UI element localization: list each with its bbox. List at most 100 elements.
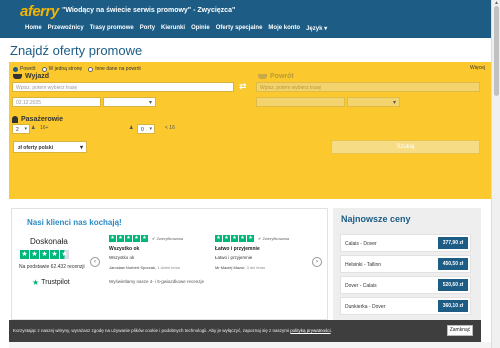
verified-label: Zweryfikowana	[156, 236, 184, 241]
trip-type-open-return[interactable]: Inne dane na powrót	[88, 66, 141, 72]
review-title[interactable]: Łatwo i przyjemnie	[215, 246, 310, 252]
radio-selected-icon[interactable]	[13, 66, 18, 72]
price-amount[interactable]: 360,10 zł	[438, 300, 468, 312]
nav-ports[interactable]: Porty	[140, 25, 155, 32]
children-age-hint: < 16	[165, 125, 175, 131]
scrollbar-thumb[interactable]	[494, 6, 499, 96]
carousel-next-icon[interactable]: ›	[312, 257, 322, 267]
trip-type-return[interactable]: Powrót	[13, 66, 36, 72]
trip-type-label: Powrót	[20, 66, 36, 72]
star-icon: ★	[133, 235, 140, 242]
site-header: aferry "Wiodący na świecie serwis promow…	[0, 0, 491, 38]
search-button[interactable]: Szukaj	[331, 140, 480, 154]
aferry-logo[interactable]: aferry	[20, 3, 59, 20]
review-time: 1 dzień temu	[157, 265, 181, 270]
price-row[interactable]: Dunkierka - Dover 360,10 zł	[340, 297, 471, 315]
review-title[interactable]: Wszystko ok	[109, 246, 204, 252]
review-item: ★ ★ ★ ★ ★ ✔ Zweryfikowana Łatwo i przyjemnie…	[215, 235, 310, 270]
radio-icon[interactable]	[41, 66, 47, 72]
price-route: Dunkierka - Dover	[345, 304, 386, 310]
return-date-input[interactable]	[256, 97, 345, 107]
child-icon: ♟	[129, 125, 134, 131]
nav-carriers[interactable]: Przewoźnicy	[48, 25, 84, 32]
star-icon: ★	[223, 235, 230, 242]
star-icon: ★	[117, 235, 124, 242]
return-time-select[interactable]	[347, 97, 400, 107]
carousel-prev-icon[interactable]: ‹	[90, 257, 100, 267]
verified-badge: ✔ Zweryfikowana	[258, 236, 290, 241]
return-label-text: Powrót	[270, 73, 294, 80]
nav-home[interactable]: Home	[25, 25, 42, 32]
return-label: Powrót	[258, 73, 294, 80]
price-row[interactable]: Dover - Calais 520,60 zł	[340, 276, 471, 294]
adult-icon: ♟	[31, 125, 36, 131]
adults-age-hint: 16+	[40, 125, 49, 131]
review-author-name: Mr Maciej Mazur,	[215, 265, 246, 270]
country-offers-select[interactable]: zł oferty polski	[13, 141, 87, 153]
reviews-filter-note: Wyświetlamy nasze 4- i 5-gwiazdkowe rece…	[109, 279, 204, 284]
trustpilot-logo[interactable]: ★ Trustpilot	[32, 278, 70, 287]
newest-prices-panel: Najnowsze ceny Calais - Dover 377,90 zł …	[333, 208, 481, 320]
trustpilot-stars: ★ ★ ★ ★ ★	[20, 250, 69, 259]
swap-routes-icon[interactable]: ⇄	[239, 82, 247, 92]
return-route-input[interactable]: Wpisz, potem wybierz trasę	[256, 82, 480, 92]
cookie-close-button[interactable]: Zamknąć	[447, 325, 473, 336]
review-author: Mr Maciej Mazur, 3 dni temu	[215, 265, 310, 270]
nav-special-offers[interactable]: Oferty specjalne	[216, 25, 263, 32]
star-icon: ★	[215, 235, 222, 242]
radio-icon[interactable]	[88, 66, 94, 72]
review-time: 3 dni temu	[246, 265, 266, 270]
cookie-text: Korzystając z naszej witryny, wyrażasz z…	[13, 328, 332, 333]
nav-my-account[interactable]: Moje konto	[268, 25, 300, 32]
newest-prices-title: Najnowsze ceny	[341, 214, 411, 224]
reviews-card: Nasi klienci nas kochają! Doskonała ★ ★ …	[11, 208, 328, 320]
privacy-policy-link[interactable]: polityką prywatności	[290, 328, 330, 333]
star-icon: ★	[30, 250, 39, 259]
more-options-link[interactable]: Więcej	[470, 65, 485, 71]
outbound-label-text: Wyjazd	[25, 73, 49, 80]
passengers-label: Pasażerowie	[12, 116, 63, 123]
page-title: Znajdź oferty promowe	[10, 43, 143, 58]
outbound-label: Wyjazd	[13, 73, 49, 80]
nav-routes[interactable]: Trasy promowe	[90, 25, 134, 32]
star-icon: ★	[247, 235, 254, 242]
price-route: Dover - Calais	[345, 283, 377, 289]
adults-select[interactable]: 2	[12, 124, 30, 134]
passengers-icon	[12, 116, 18, 123]
price-row[interactable]: Calais - Dover 377,90 zł	[340, 234, 471, 252]
star-icon: ★	[125, 235, 132, 242]
star-icon: ★	[50, 250, 59, 259]
price-amount[interactable]: 520,60 zł	[438, 279, 468, 291]
star-icon: ★	[40, 250, 49, 259]
page-footer-strip	[9, 342, 491, 348]
page-scrollbar[interactable]: ▲	[491, 0, 500, 348]
review-body: Wszystko ok	[109, 255, 135, 260]
nav-destinations[interactable]: Kierunki	[161, 25, 185, 32]
star-icon: ★	[239, 235, 246, 242]
price-route: Calais - Dover	[345, 241, 377, 247]
nav-reviews[interactable]: Opinie	[191, 25, 210, 32]
price-row[interactable]: Helsinki - Tallinn 450,50 zł	[340, 255, 471, 273]
outbound-date-input[interactable]: 02.12.2025	[12, 97, 101, 107]
trustpilot-logo-text: Trustpilot	[41, 279, 70, 286]
ship-icon	[258, 74, 267, 79]
trip-type-one-way[interactable]: W jedną stronę	[41, 66, 82, 72]
children-select[interactable]: 0	[137, 124, 155, 134]
passengers-label-text: Pasażerowie	[21, 116, 64, 123]
review-body: Łatwo i przyjemnie	[215, 255, 253, 260]
outbound-route-input[interactable]: Wpisz, potem wybierz trasę	[12, 82, 234, 92]
trustpilot-star-icon: ★	[32, 278, 40, 287]
star-icon: ★	[141, 235, 148, 242]
review-item: ★ ★ ★ ★ ★ ✔ Zweryfikowana Wszystko ok Wszyst…	[109, 235, 204, 270]
outbound-time-select[interactable]	[103, 97, 156, 107]
trip-type-label: Inne dane na powrót	[95, 66, 141, 72]
price-amount[interactable]: 377,90 zł	[438, 237, 468, 249]
review-count[interactable]: Na podstawie 62.432 recenzji	[19, 264, 85, 270]
cookie-banner: Korzystając z naszej witryny, wyrażasz z…	[9, 320, 481, 342]
nav-language-dropdown[interactable]: Język ▾	[306, 25, 327, 32]
review-stars: ★ ★ ★ ★ ★ ✔ Zweryfikowana	[215, 235, 310, 242]
verified-label: Zweryfikowana	[262, 236, 290, 241]
price-amount[interactable]: 450,50 zł	[438, 258, 468, 270]
tagline: "Wiodący na świecie serwis promowy" - Zw…	[62, 7, 236, 14]
review-author-name: Jarosław Norbert Sporzak,	[109, 265, 157, 270]
